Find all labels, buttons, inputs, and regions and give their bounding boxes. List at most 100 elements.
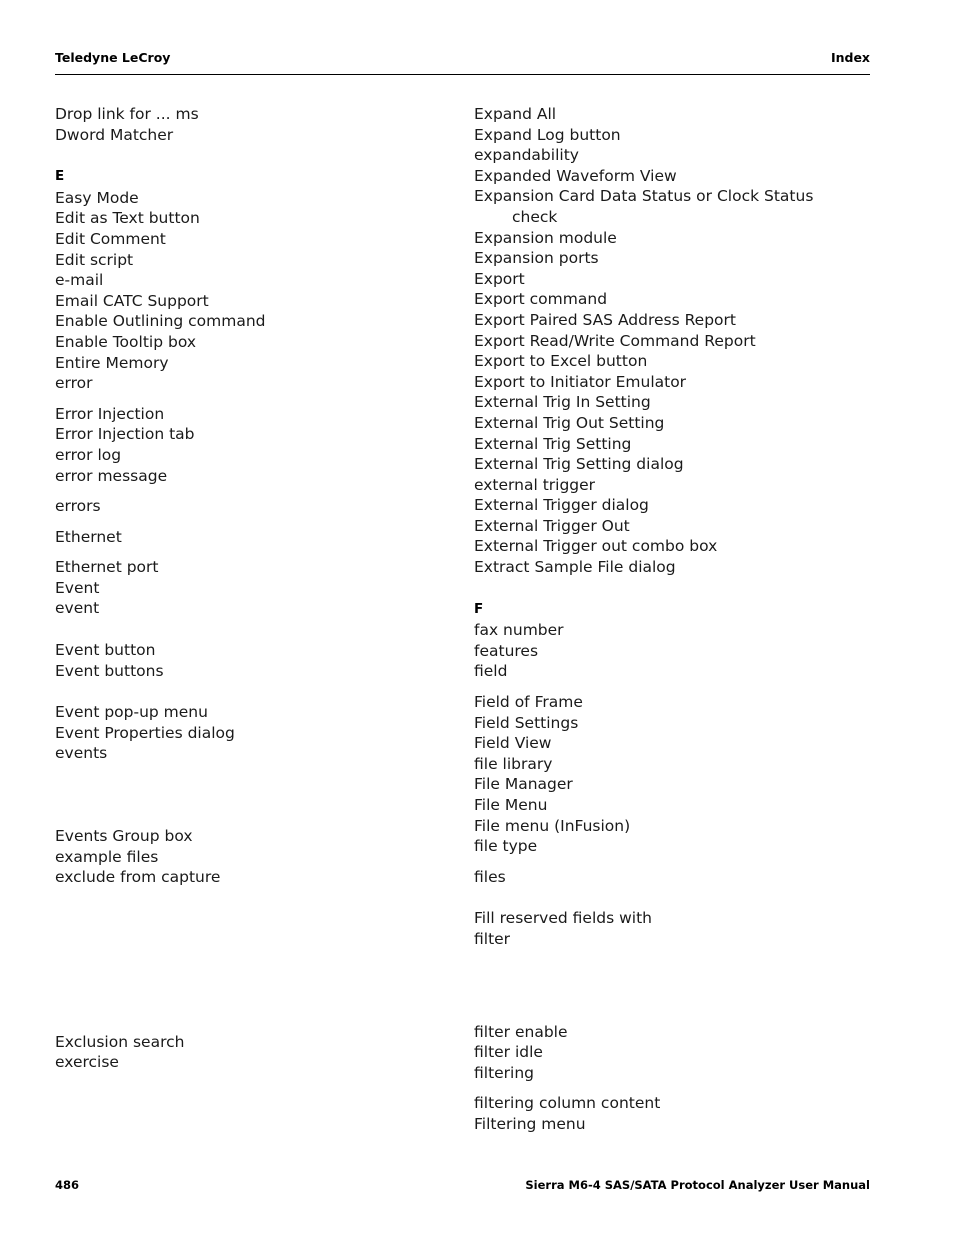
index-letter-heading: E [55,168,65,185]
index-entry: Export Paired SAS Address Report [474,310,736,329]
index-entry: Event [55,578,100,597]
index-entry: file type [474,837,538,856]
index-entry: Entire Memory [55,353,169,372]
index-entry: Expansion module [474,228,617,247]
index-entry: Event Properties dialog [55,723,235,742]
index-entry: External Trigger dialog [474,496,649,515]
index-entry: Field Settings [474,713,579,732]
index-entry: exclude from capture [55,868,221,887]
index-letter-heading: F [474,600,484,617]
page-header: Teledyne LeCroy Index [55,50,870,65]
page-number: 486 [55,1178,80,1192]
vertical-spacer [55,888,445,1011]
header-right-text: Index [830,50,870,65]
index-entry: Error Injection [55,404,165,423]
index-entry: filter enable [474,1022,568,1041]
index-entry: Export Read/Write Command Report [474,331,756,350]
index-entry: error [55,374,93,393]
index-entry: File Manager [474,775,573,794]
index-entry: Enable Outlining command [55,312,266,331]
index-entry: External Trig In Setting [474,393,651,412]
vertical-spacer [474,682,864,692]
index-entry: File Menu [474,796,548,814]
vertical-spacer [55,394,445,404]
header-divider [55,74,870,75]
index-entry: example files [55,847,159,866]
index-page: Teledyne LeCroy Index Drop link for ... … [0,0,954,1235]
index-entry: Email CATC Support [55,291,209,310]
vertical-spacer [474,1012,864,1022]
index-entry: Export command [474,290,608,309]
index-entry: external trigger [474,475,596,494]
index-entry: Ethernet [55,527,122,546]
index-entry: filter idle [474,1043,543,1062]
index-entry: errors [55,497,101,516]
vertical-spacer [474,1083,864,1093]
index-entry: Drop link for ... ms [55,105,199,123]
index-entry: features [474,641,539,660]
index-entry: Field View [474,734,552,753]
index-column-left: Drop link for ... ms Dword Matcher E Easy M… [55,104,445,1073]
index-entry: Export [474,269,525,288]
vertical-spacer [55,1011,445,1032]
footer-title: Sierra M6-4 SAS/SATA Protocol Analyzer U… [525,1178,870,1192]
index-entry: error log [55,445,122,464]
index-entry: Event button [55,641,156,660]
vertical-spacer [474,857,864,867]
index-entry: Field of Frame [474,693,583,712]
index-entry: Easy Mode [55,188,139,207]
index-entry: file library [474,754,553,773]
index-entry: Export to Excel button [474,352,648,371]
index-entry: Expansion ports [474,249,599,268]
index-entry: check [512,207,558,226]
index-entry: Exclusion search [55,1032,185,1051]
index-entry: exercise [55,1053,119,1072]
index-entry: External Trig Setting [474,434,632,453]
index-entry: Edit script [55,250,134,269]
index-entry: error message [55,466,168,485]
vertical-spacer [55,547,445,557]
index-column-right: Expand All Expand Log button expandability… [474,104,864,1135]
index-entry: Filtering menu [474,1114,586,1133]
index-entry: External Trigger Out [474,516,630,535]
index-entry: Edit as Text button [55,209,200,228]
index-entry: Event buttons [55,661,164,680]
header-left-text: Teledyne LeCroy [55,50,171,65]
index-entry: Enable Tooltip box [55,332,196,351]
index-entry: Error Injection tab [55,425,195,444]
index-entry: External Trig Out Setting [474,413,665,432]
index-entry: External Trig Setting dialog [474,455,684,474]
vertical-spacer [55,681,445,702]
index-entry: Edit Comment [55,229,166,248]
page-footer: 486 Sierra M6-4 SAS/SATA Protocol Analyz… [55,1178,870,1192]
index-entry: Events Group box [55,827,193,846]
index-entry: expandability [474,146,579,165]
index-entry: files [474,867,506,886]
vertical-spacer [55,764,445,826]
vertical-spacer [55,619,445,640]
index-entry: Ethernet port [55,558,159,577]
index-entry: Dword Matcher [55,125,174,144]
index-entry: fax number [474,621,564,640]
index-entry: field [474,662,508,681]
index-entry: e-mail [55,271,104,290]
vertical-spacer [474,950,864,1012]
index-entry: Export to Initiator Emulator [474,372,687,391]
vertical-spacer [55,517,445,527]
index-entry: filtering [474,1063,535,1082]
index-entry: Expand All [474,105,557,123]
index-entry: Event pop-up menu [55,703,208,722]
index-entry: Fill reserved fields with [474,909,652,928]
index-entry: event [55,599,100,618]
vertical-spacer [55,486,445,496]
index-entry: Expanded Waveform View [474,166,677,185]
index-entry: events [55,744,108,763]
vertical-spacer [474,887,864,908]
index-entry: External Trigger out combo box [474,537,718,556]
index-entry: filtering column content [474,1094,661,1113]
index-entry: filter [474,929,511,948]
index-entry: File menu (InFusion) [474,816,631,835]
index-entry: Extract Sample File dialog [474,558,676,577]
index-entry: Expand Log button [474,125,621,144]
index-entry: Expansion Card Data Status or Clock Stat… [474,187,814,206]
